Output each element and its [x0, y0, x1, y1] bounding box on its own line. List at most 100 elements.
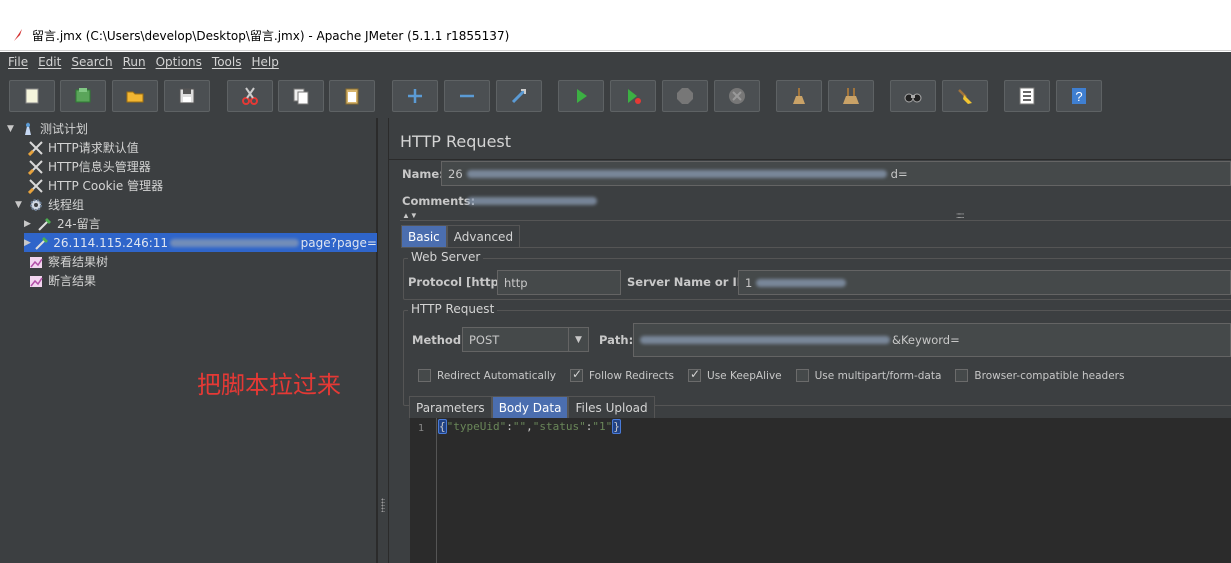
menu-run[interactable]: Run — [123, 55, 146, 69]
tree-collapsed-arrow-icon[interactable]: ▶ — [24, 219, 36, 229]
tree-item-sampler-selected[interactable]: ▶ 26.114.115.246:11 page?page= — [24, 233, 377, 252]
collapse-bar[interactable]: ▲▼ :::::: — [400, 211, 1231, 220]
browser-compatible-checkbox[interactable]: Browser-compatible headers — [955, 369, 1124, 382]
menu-edit[interactable]: Edit — [38, 55, 61, 69]
tree-item-label: HTTP信息头管理器 — [48, 160, 151, 174]
follow-redirects-checkbox[interactable]: Follow Redirects — [569, 367, 674, 382]
tree-expanded-arrow-icon[interactable]: ▼ — [15, 200, 27, 210]
menu-tools[interactable]: Tools — [212, 55, 242, 69]
svg-text:?: ? — [1075, 89, 1082, 104]
json-value: "1" — [592, 420, 613, 433]
new-icon — [25, 88, 39, 104]
menu-file[interactable]: File — [8, 55, 28, 69]
search-button[interactable] — [890, 80, 936, 112]
menu-options[interactable]: Options — [156, 55, 202, 69]
server-value: 1 — [745, 275, 753, 290]
dropdown-arrow-icon[interactable]: ▼ — [568, 328, 588, 351]
tree-item-test-plan[interactable]: ▼ 测试计划 — [7, 119, 88, 138]
name-field[interactable]: 26 d= — [441, 161, 1231, 186]
expand-all-button[interactable] — [392, 80, 438, 112]
brooms-icon — [843, 88, 859, 104]
copy-button[interactable] — [278, 80, 324, 112]
tab-files-upload[interactable]: Files Upload — [568, 396, 655, 418]
function-helper-button[interactable] — [1004, 80, 1050, 112]
redacted-text — [640, 336, 890, 344]
cut-button[interactable] — [227, 80, 273, 112]
menu-help[interactable]: Help — [251, 55, 278, 69]
checkbox-box[interactable] — [955, 369, 969, 382]
copy-icon — [293, 88, 309, 105]
config-element-icon — [27, 139, 45, 157]
protocol-field[interactable]: http — [497, 270, 621, 295]
tree-item-thread-group[interactable]: ▼ 线程组 — [15, 195, 84, 214]
collapse-up-arrow-icon[interactable]: ▲▼ — [402, 211, 418, 220]
tree-expanded-arrow-icon[interactable]: ▼ — [7, 124, 19, 134]
clear-button[interactable] — [776, 80, 822, 112]
window-title: 留言.jmx (C:\Users\develop\Desktop\留言.jmx)… — [32, 28, 510, 43]
open-brace: { — [438, 419, 447, 434]
tree-item-cookie-manager[interactable]: HTTP Cookie 管理器 — [27, 176, 163, 195]
redirect-automatically-checkbox[interactable]: Redirect Automatically — [418, 369, 556, 382]
http-request-title: HTTP Request — [408, 302, 498, 316]
drag-handle-icon[interactable]: :::::: — [956, 211, 964, 220]
tab-advanced[interactable]: Advanced — [446, 225, 521, 247]
server-field[interactable]: 1 — [738, 270, 1231, 295]
comma: , — [526, 420, 533, 433]
method-select[interactable]: POST ▼ — [462, 327, 589, 352]
checkbox-label: Use multipart/form-data — [814, 369, 942, 382]
request-subtabs: Parameters Body Data Files Upload — [409, 396, 655, 418]
tab-parameters[interactable]: Parameters — [409, 396, 492, 418]
new-button[interactable] — [9, 80, 55, 112]
tab-body-data[interactable]: Body Data — [491, 396, 569, 418]
checkbox-box[interactable] — [418, 369, 431, 382]
start-button[interactable] — [558, 80, 604, 112]
checkbox-checked-icon[interactable] — [688, 367, 702, 382]
tree-item-label: 察看结果树 — [48, 255, 109, 269]
checkbox-box[interactable] — [795, 369, 809, 382]
tree-item-sampler-24[interactable]: ▶ 24-留言 — [24, 214, 101, 233]
help-button[interactable]: ? — [1056, 80, 1102, 112]
tree-item-header-manager[interactable]: HTTP信息头管理器 — [27, 157, 151, 176]
body-code-line[interactable]: {"typeUid":"","status":"1"} — [438, 419, 621, 434]
tree-item-http-defaults[interactable]: HTTP请求默认值 — [27, 138, 139, 157]
json-key: "typeUid" — [446, 420, 507, 433]
menu-bar: File Edit Search Run Options Tools Help — [0, 52, 1231, 72]
reset-search-button[interactable] — [942, 80, 988, 112]
splitter-grip-icon[interactable] — [381, 498, 385, 512]
tree-item-label: 线程组 — [48, 198, 85, 212]
checkbox-label: Redirect Automatically — [437, 369, 556, 382]
checkbox-checked-icon[interactable] — [569, 367, 583, 382]
name-value: 26 — [448, 166, 463, 181]
open-button[interactable] — [112, 80, 158, 112]
http-sampler-pipette-icon — [36, 215, 54, 233]
play-no-pause-icon — [628, 89, 641, 104]
tree-item-label: HTTP Cookie 管理器 — [48, 179, 164, 193]
tree-collapsed-arrow-icon[interactable]: ▶ — [24, 238, 34, 248]
tab-basic[interactable]: Basic — [401, 225, 447, 247]
body-data-editor[interactable]: 1 {"typeUid":"","status":"1"} — [410, 418, 1231, 563]
clear-all-button[interactable] — [828, 80, 874, 112]
line-gutter: 1 — [410, 418, 437, 563]
shutdown-icon — [729, 88, 745, 104]
tree-item-assertion-results[interactable]: 断言结果 — [27, 271, 96, 290]
use-keepalive-checkbox[interactable]: Use KeepAlive — [688, 367, 782, 382]
paste-button[interactable] — [329, 80, 375, 112]
start-no-pauses-button[interactable] — [610, 80, 656, 112]
collapse-all-button[interactable] — [444, 80, 490, 112]
templates-button[interactable] — [60, 80, 106, 112]
reset-search-broom-icon — [958, 89, 972, 104]
multipart-checkbox[interactable]: Use multipart/form-data — [795, 369, 942, 382]
stop-button[interactable] — [662, 80, 708, 112]
protocol-label: Protocol [http]: — [408, 275, 509, 289]
toggle-button[interactable] — [496, 80, 542, 112]
tree-item-view-results-tree[interactable]: 察看结果树 — [27, 252, 108, 271]
save-button[interactable] — [164, 80, 210, 112]
menu-search[interactable]: Search — [71, 55, 112, 69]
pane-splitter[interactable] — [377, 118, 389, 563]
tree-item-label-prefix: 26.114.115.246:11 — [53, 235, 169, 250]
shutdown-button[interactable] — [714, 80, 760, 112]
json-key: "status" — [532, 420, 586, 433]
help-icon: ? — [1072, 88, 1086, 104]
path-field[interactable]: &Keyword= — [633, 323, 1231, 357]
config-element-icon — [27, 158, 45, 176]
